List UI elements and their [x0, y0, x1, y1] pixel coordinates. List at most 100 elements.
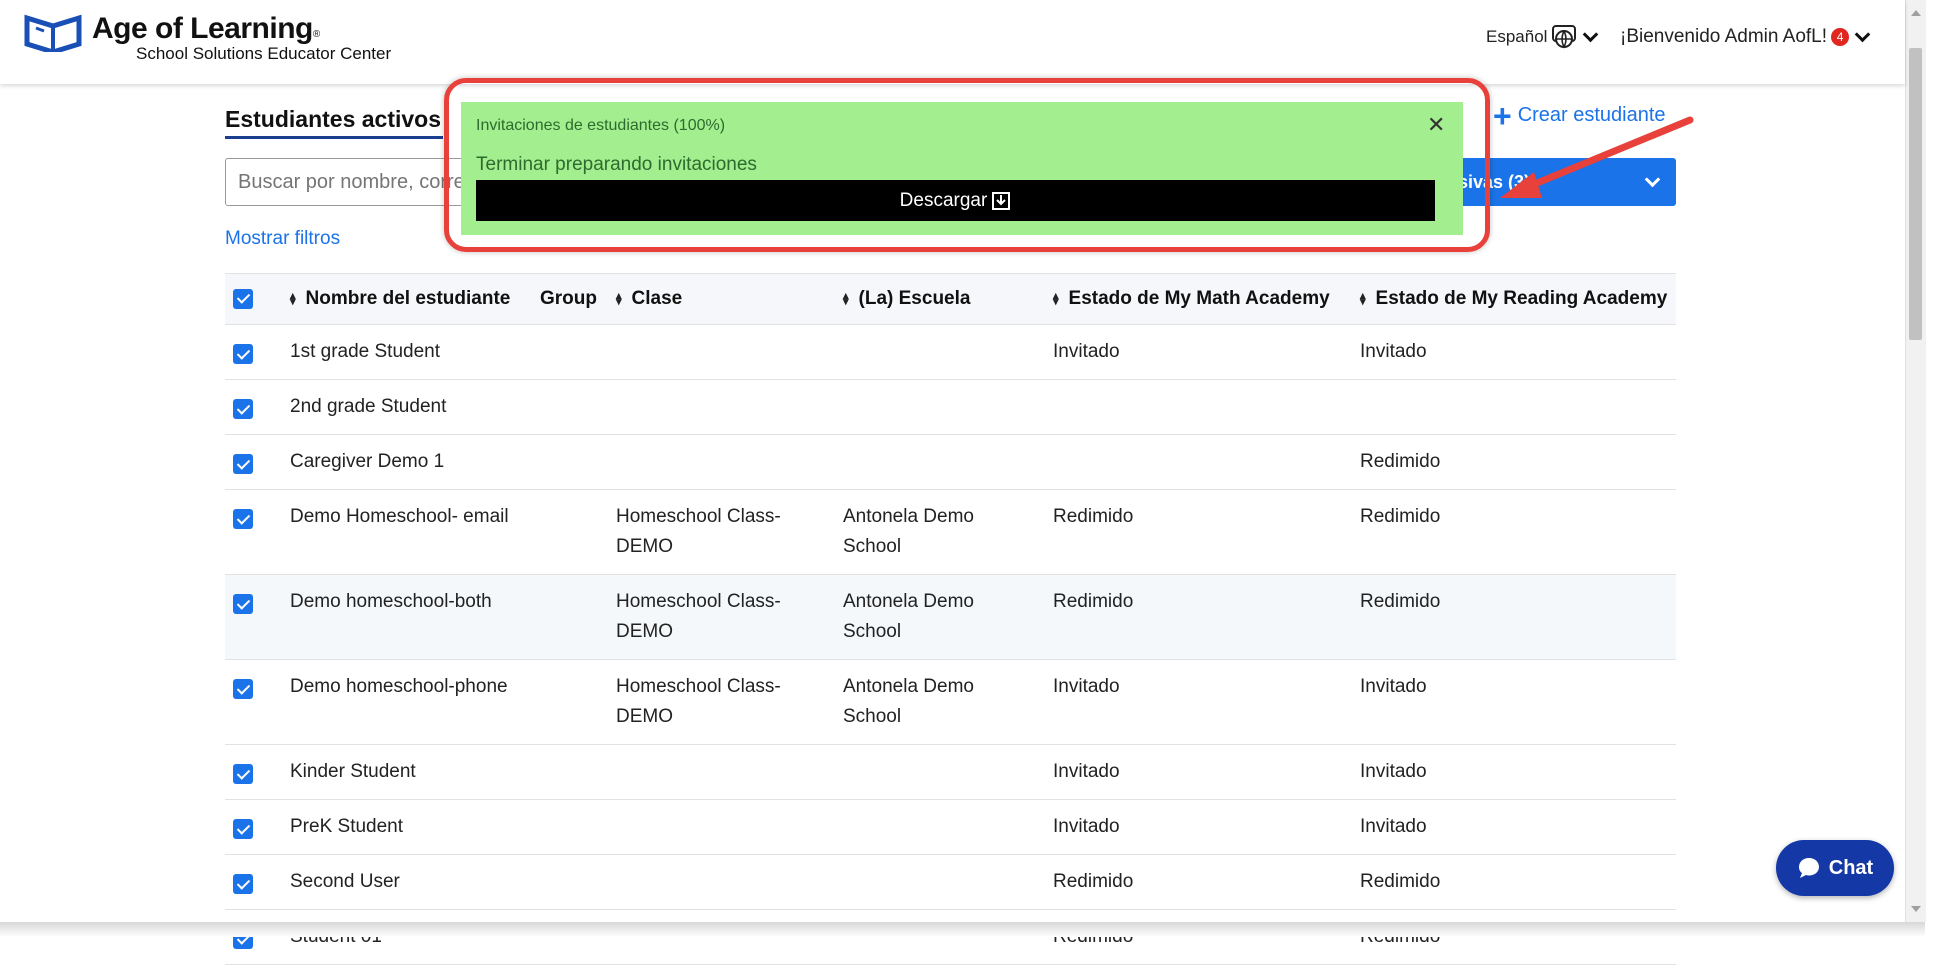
reading-status: Redimido: [1360, 854, 1676, 910]
student-name[interactable]: 1st grade Student: [290, 324, 540, 380]
student-escuela: [843, 909, 1053, 965]
math-status: Invitado: [1053, 659, 1360, 745]
chat-bubble-icon: [1798, 858, 1819, 878]
student-escuela: [843, 379, 1053, 435]
show-filters-link[interactable]: Mostrar filtros: [225, 228, 340, 250]
chat-label: Chat: [1828, 856, 1874, 879]
welcome-text: ¡Bienvenido Admin AofL!: [1620, 26, 1828, 47]
table-row[interactable]: Demo homeschool-phone Homeschool Class-D…: [225, 659, 1676, 745]
student-group: [540, 324, 616, 380]
page-title[interactable]: Estudiantes activos: [225, 106, 441, 133]
select-all-checkbox[interactable]: [233, 288, 253, 309]
row-checkbox[interactable]: [233, 764, 253, 785]
table-row[interactable]: Kinder Student Invitado Invitado: [225, 744, 1676, 800]
math-status: [1053, 434, 1360, 490]
sort-icon: ▴ ▾: [290, 289, 296, 308]
student-clase: [616, 379, 843, 435]
student-name[interactable]: Demo Homeschool- email: [290, 489, 540, 575]
student-escuela: [843, 434, 1053, 490]
row-checkbox[interactable]: [233, 679, 253, 700]
scrollbar-thumb[interactable]: [1909, 48, 1922, 340]
language-label: Español: [1486, 27, 1548, 46]
student-clase: [616, 909, 843, 965]
sort-icon: ▴ ▾: [1053, 289, 1059, 308]
scroll-down-icon[interactable]: [1911, 906, 1921, 912]
row-checkbox[interactable]: [233, 874, 253, 895]
student-escuela: [843, 799, 1053, 855]
student-clase: Homeschool Class-DEMO: [616, 489, 843, 575]
reading-status: Redimido: [1360, 489, 1676, 575]
brand-logo[interactable]: Age of Learning® School Solutions Educat…: [24, 12, 391, 64]
notification-badge: 4: [1831, 28, 1850, 46]
student-escuela: [843, 744, 1053, 800]
column-header-clase[interactable]: ▴ ▾ Clase: [616, 273, 843, 325]
brand-subtitle: School Solutions Educator Center: [136, 44, 392, 63]
student-name[interactable]: PreK Student: [290, 799, 540, 855]
vertical-scrollbar[interactable]: [1905, 0, 1926, 922]
students-table: ▴ ▾ Nombre del estudiante Group ▴ ▾ Clase ▴ ▾…: [225, 273, 1676, 965]
table-row[interactable]: 2nd grade Student: [225, 379, 1676, 435]
student-clase: Homeschool Class-DEMO: [616, 574, 843, 660]
table-row[interactable]: Student 01 Redimido Redimido: [225, 909, 1676, 965]
column-header-escuela[interactable]: ▴ ▾ (La) Escuela: [843, 273, 1053, 325]
chevron-down-icon: [1583, 26, 1599, 42]
sort-icon: ▴ ▾: [1360, 289, 1366, 308]
student-name[interactable]: Kinder Student: [290, 744, 540, 800]
column-header-reading[interactable]: ▴ ▾ Estado de My Reading Academy: [1360, 273, 1676, 325]
row-checkbox[interactable]: [233, 454, 253, 475]
row-checkbox[interactable]: [233, 399, 253, 420]
table-row[interactable]: PreK Student Invitado Invitado: [225, 799, 1676, 855]
row-checkbox[interactable]: [233, 344, 253, 365]
student-group: [540, 379, 616, 435]
column-header-group: Group: [540, 273, 616, 325]
table-row[interactable]: Demo Homeschool- email Homeschool Class-…: [225, 489, 1676, 575]
math-status: Redimido: [1053, 574, 1360, 660]
student-group: [540, 744, 616, 800]
student-name[interactable]: Student 01: [290, 909, 540, 965]
math-status: Invitado: [1053, 744, 1360, 800]
student-group: [540, 574, 616, 660]
reading-status: Redimido: [1360, 574, 1676, 660]
reading-status: Invitado: [1360, 799, 1676, 855]
user-menu[interactable]: ¡Bienvenido Admin AofL! 4: [1620, 26, 1871, 48]
chat-button[interactable]: Chat: [1776, 840, 1894, 896]
chevron-down-icon: [1854, 26, 1871, 42]
student-group: [540, 434, 616, 490]
table-row[interactable]: Second User Redimido Redimido: [225, 854, 1676, 910]
sort-icon: ▴ ▾: [843, 289, 849, 308]
window-bottom-edge: [0, 922, 1925, 937]
student-group: [540, 854, 616, 910]
annotation-arrow-icon: [1500, 116, 1694, 198]
student-name[interactable]: Caregiver Demo 1: [290, 434, 540, 490]
highlight-box: [444, 78, 1490, 252]
student-name[interactable]: Demo homeschool-phone: [290, 659, 540, 745]
math-status: Redimido: [1053, 909, 1360, 965]
math-status: Invitado: [1053, 799, 1360, 855]
reading-status: Invitado: [1360, 324, 1676, 380]
student-name[interactable]: Second User: [290, 854, 540, 910]
student-name[interactable]: Demo homeschool-both: [290, 574, 540, 660]
column-header-math[interactable]: ▴ ▾ Estado de My Math Academy: [1053, 273, 1360, 325]
table-row[interactable]: 1st grade Student Invitado Invitado: [225, 324, 1676, 380]
column-header-name[interactable]: ▴ ▾ Nombre del estudiante: [290, 273, 540, 325]
row-checkbox[interactable]: [233, 509, 253, 530]
book-logo-icon: [24, 14, 82, 52]
sort-icon: ▴ ▾: [616, 289, 622, 308]
math-status: Redimido: [1053, 489, 1360, 575]
math-status: Invitado: [1053, 324, 1360, 380]
row-checkbox[interactable]: [233, 594, 253, 615]
table-header-row: ▴ ▾ Nombre del estudiante Group ▴ ▾ Clase ▴ ▾…: [225, 273, 1676, 325]
student-clase: [616, 434, 843, 490]
reading-status: Invitado: [1360, 659, 1676, 745]
reading-status: Redimido: [1360, 434, 1676, 490]
student-escuela: Antonela Demo School: [843, 489, 1053, 575]
reading-status: [1360, 379, 1676, 435]
student-clase: [616, 744, 843, 800]
student-group: [540, 799, 616, 855]
scroll-up-icon[interactable]: [1911, 10, 1921, 16]
row-checkbox[interactable]: [233, 819, 253, 840]
table-row[interactable]: Caregiver Demo 1 Redimido: [225, 434, 1676, 490]
student-name[interactable]: 2nd grade Student: [290, 379, 540, 435]
table-row[interactable]: Demo homeschool-both Homeschool Class-DE…: [225, 574, 1676, 660]
language-selector[interactable]: Español: [1486, 24, 1599, 50]
